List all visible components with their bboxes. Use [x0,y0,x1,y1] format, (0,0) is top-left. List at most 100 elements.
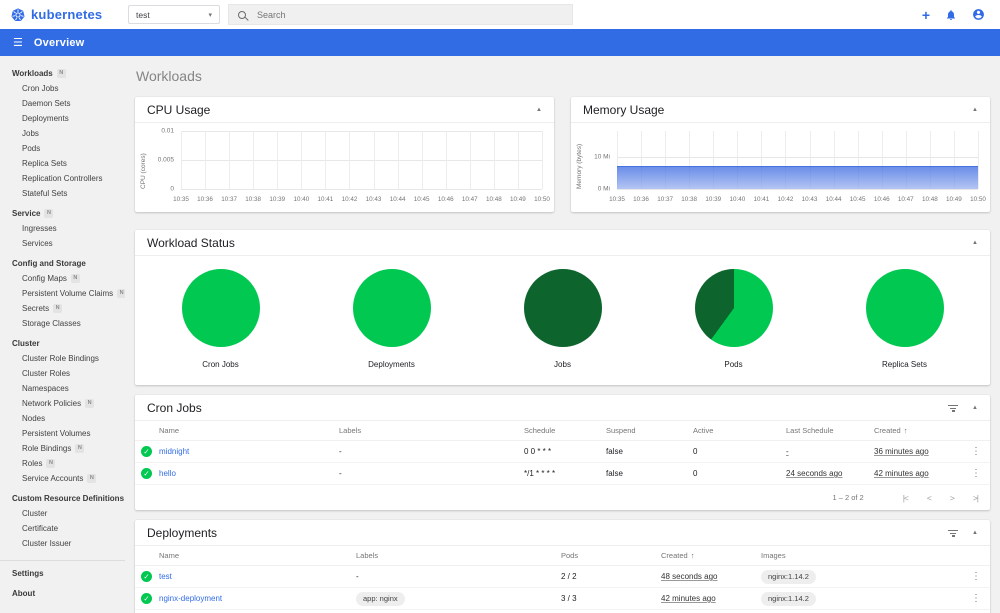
row-actions-menu-button[interactable]: ⋮ [968,468,984,479]
sidebar-item-services[interactable]: Services [0,236,125,251]
column-header-labels[interactable]: Labels [339,426,524,435]
pagination-previous-page-button[interactable]: < [927,493,932,503]
chevron-up-icon[interactable]: ▲ [960,240,978,246]
column-header-label: Name [159,426,180,435]
vertical-gridline [469,131,471,189]
app-bar: ☰ Overview [0,29,1000,56]
resource-link[interactable]: test [159,572,172,581]
chevron-up-icon[interactable]: ▲ [524,107,542,113]
chevron-up-icon[interactable]: ▲ [960,530,978,536]
sidebar-item-storage-classes[interactable]: Storage Classes [0,316,125,331]
pagination-last-page-button[interactable]: >| [973,493,979,503]
sidebar-item-replica-sets[interactable]: Replica Sets [0,156,125,171]
x-axis-tick-label: 10:49 [510,196,526,203]
sidebar-item-label: Cron Jobs [22,84,59,93]
sidebar-item-pods[interactable]: Pods [0,141,125,156]
column-header-suspend[interactable]: Suspend [606,426,693,435]
menu-icon[interactable]: ☰ [0,36,34,49]
column-header-images[interactable]: Images [761,551,956,560]
sidebar-item-cron-jobs[interactable]: Cron Jobs [0,81,125,96]
table-cell: 42 minutes ago [874,469,956,478]
sidebar-item-stateful-sets[interactable]: Stateful Sets [0,186,125,201]
column-header-created[interactable]: Created ↑ [874,426,956,435]
resource-link[interactable]: nginx-deployment [159,594,222,603]
sidebar-item-label: Daemon Sets [22,99,71,108]
table-row: ✓ midnight - 0 0 * * * false 0 - 36 minutes ago… [135,441,990,463]
sidebar-item-cluster-role-bindings[interactable]: Cluster Role Bindings [0,351,125,366]
sidebar-item-custom-resource-definitions[interactable]: Custom Resource Definitions [0,491,125,506]
search-input[interactable] [255,8,563,21]
filter-icon[interactable] [946,401,960,413]
table-cell: false [606,469,623,478]
y-axis-tick-label: 0.005 [157,156,174,164]
table-cell: 48 seconds ago [661,572,761,581]
resource-link[interactable]: hello [159,469,176,478]
sidebar-item-workloads[interactable]: Workloads N [0,66,125,81]
sidebar-item-config-and-storage[interactable]: Config and Storage [0,256,125,271]
sidebar-item-daemon-sets[interactable]: Daemon Sets [0,96,125,111]
column-header-pods[interactable]: Pods [561,551,661,560]
sidebar-item-settings[interactable]: Settings [0,566,125,581]
sidebar-item-config-maps[interactable]: Config Maps N [0,271,125,286]
sidebar-item-jobs[interactable]: Jobs [0,126,125,141]
sidebar-item-label: Settings [12,569,44,578]
namespace-select[interactable]: test ▾ [128,5,220,24]
sidebar-item-about[interactable]: About [0,586,125,601]
sidebar-item-roles[interactable]: Roles N [0,456,125,471]
x-axis-tick-label: 10:40 [293,196,310,203]
sidebar-item-role-bindings[interactable]: Role Bindings N [0,441,125,456]
sidebar-item-network-policies[interactable]: Network Policies N [0,396,125,411]
x-axis-ticks: 10:35 10:36 10:37 10:38 10:39 10:40 10:41 10:42… [609,192,986,205]
vertical-gridline [253,131,255,189]
sidebar-item-deployments[interactable]: Deployments [0,111,125,126]
column-header-created[interactable]: Created ↑ [661,551,761,560]
chevron-up-icon[interactable]: ▲ [960,107,978,113]
sidebar-item-cluster[interactable]: Cluster [0,336,125,351]
sidebar-item-secrets[interactable]: Secrets N [0,301,125,316]
notifications-bell-button[interactable] [945,9,957,21]
pagination-range-label: 1 – 2 of 2 [832,493,864,502]
sidebar-item-persistent-volumes[interactable]: Persistent Volumes [0,426,125,441]
sidebar-item-service-accounts[interactable]: Service Accounts N [0,471,125,486]
table-row: ✓ hello - */1 * * * * false 0 24 seconds ago 42… [135,463,990,485]
sidebar-item-certificate[interactable]: Certificate [0,521,125,536]
kubernetes-logo[interactable]: kubernetes [0,7,118,23]
row-actions-menu-button[interactable]: ⋮ [968,446,984,457]
sidebar-item-ingresses[interactable]: Ingresses [0,221,125,236]
row-actions-menu-button[interactable]: ⋮ [968,571,984,582]
column-header-name[interactable]: Name [159,551,356,560]
sidebar-item-label: Config Maps [22,274,67,283]
sidebar-item-service[interactable]: Service N [0,206,125,221]
search-bar[interactable] [228,4,573,25]
table-cell: */1 * * * * [524,469,556,478]
sidebar-item-label: Config and Storage [12,259,86,268]
row-actions-menu-button[interactable]: ⋮ [968,593,984,604]
column-header-last-schedule[interactable]: Last Schedule [786,426,874,435]
memory-usage-card: Memory Usage ▲ Memory (bytes) 10 Mi 0 Mi … [571,97,990,212]
column-header-name[interactable]: Name [159,426,339,435]
user-profile-button[interactable] [972,8,985,21]
column-header-labels[interactable]: Labels [356,551,561,560]
sidebar-item-cluster-issuer[interactable]: Cluster Issuer [0,536,125,551]
workload-pie-cron-jobs: Cron Jobs [135,269,306,369]
table-cell: 0 0 * * * [524,447,552,456]
filter-icon[interactable] [946,526,960,538]
sidebar-item-cluster-roles[interactable]: Cluster Roles [0,366,125,381]
logo-text: kubernetes [31,7,103,22]
sidebar-item-replication-controllers[interactable]: Replication Controllers [0,171,125,186]
x-axis-tick-label: 10:46 [437,196,454,203]
sidebar-item-nodes[interactable]: Nodes [0,411,125,426]
card-header: Deployments ▲ [135,520,990,546]
sidebar-item-cluster[interactable]: Cluster [0,506,125,521]
y-axis-ticks: 10 Mi 0 Mi [571,131,614,192]
pagination-first-page-button[interactable]: |< [903,493,909,503]
column-header-schedule[interactable]: Schedule [524,426,606,435]
create-resource-plus-button[interactable]: + [922,8,930,22]
sidebar-item-persistent-volume-claims[interactable]: Persistent Volume Claims N [0,286,125,301]
sidebar-item-namespaces[interactable]: Namespaces [0,381,125,396]
column-header-active[interactable]: Active [693,426,786,435]
resource-link[interactable]: midnight [159,447,189,456]
table-body: ✓ midnight - 0 0 * * * false 0 - 36 minutes ago… [135,441,990,485]
pagination-next-page-button[interactable]: > [950,493,955,503]
chevron-up-icon[interactable]: ▲ [960,405,978,411]
